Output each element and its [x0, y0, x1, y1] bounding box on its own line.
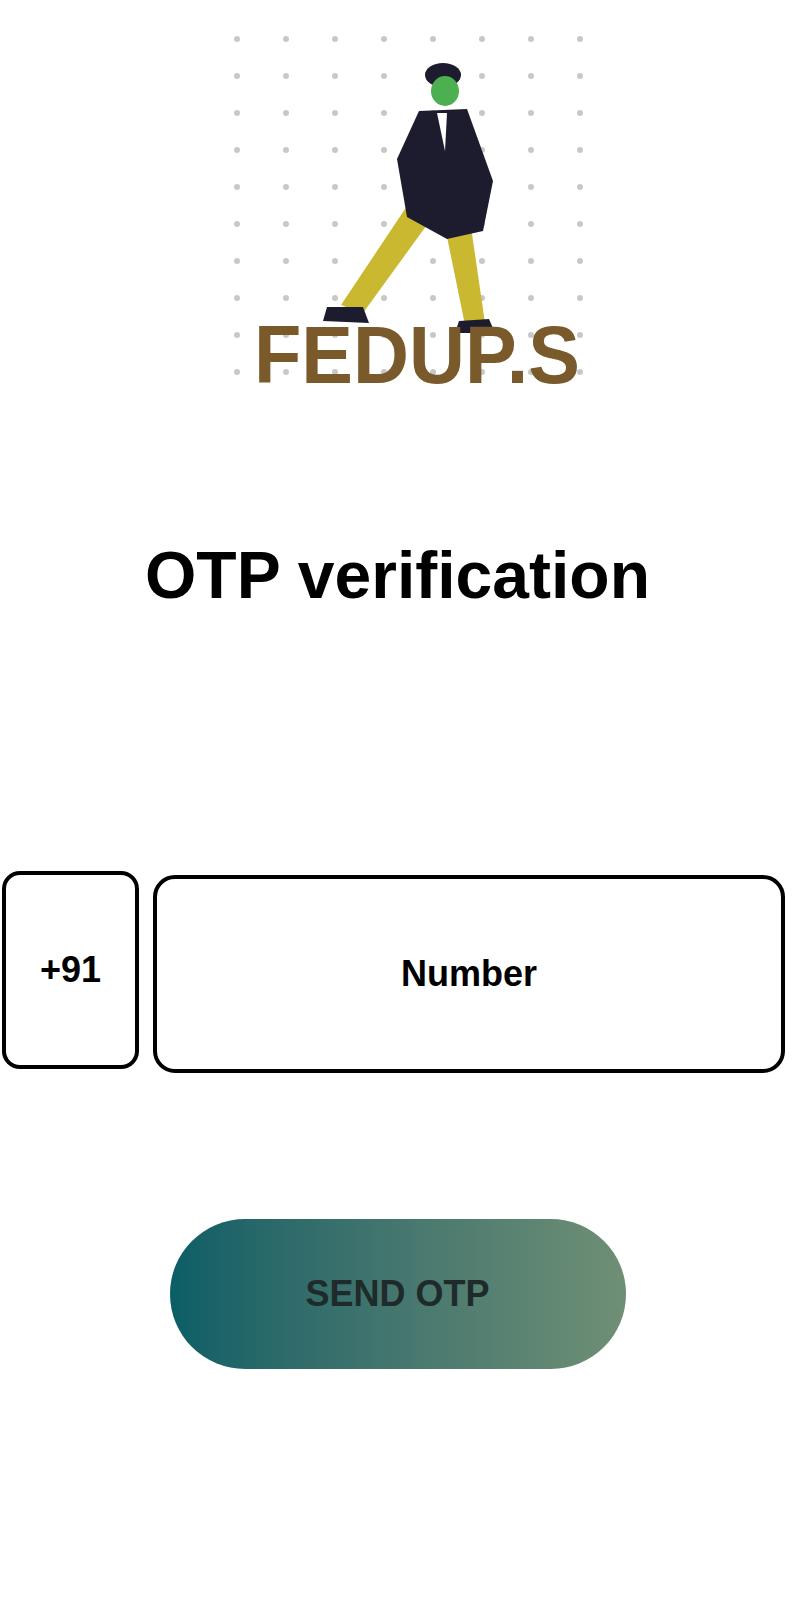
otp-screen: FEDUP.S OTP verification +91 SEND OTP — [0, 0, 795, 1600]
phone-number-input[interactable] — [153, 875, 785, 1073]
country-code-box[interactable]: +91 — [2, 871, 139, 1069]
phone-row: +91 — [0, 867, 795, 1073]
svg-text:FEDUP.S: FEDUP.S — [254, 309, 580, 400]
page-title: OTP verification — [145, 537, 650, 613]
send-otp-button[interactable]: SEND OTP — [170, 1219, 626, 1369]
brand-logo-icon: FEDUP.S — [231, 31, 603, 403]
country-code: +91 — [40, 943, 101, 997]
